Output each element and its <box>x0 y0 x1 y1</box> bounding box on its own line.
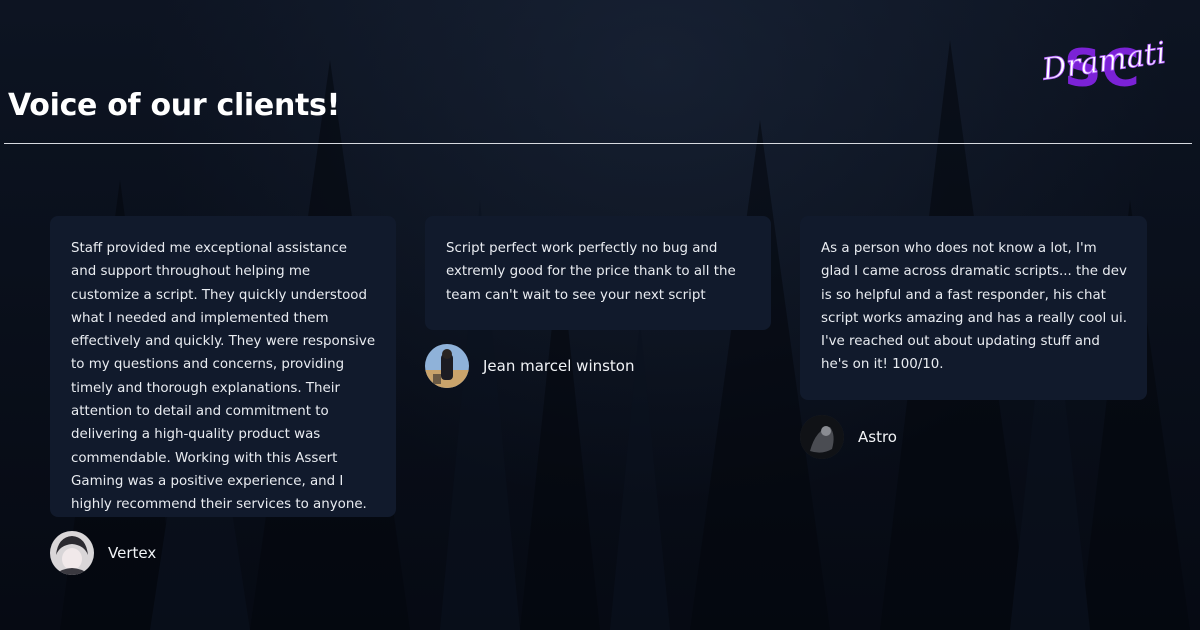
avatar <box>800 415 844 459</box>
title-divider <box>4 143 1192 144</box>
testimonial-text: Script perfect work perfectly no bug and… <box>446 241 736 303</box>
page-title: Voice of our clients! <box>8 88 340 123</box>
author-name: Vertex <box>108 544 157 562</box>
avatar <box>425 344 469 388</box>
testimonial-text: As a person who does not know a lot, I'm… <box>821 241 1127 373</box>
testimonial-author: Astro <box>800 415 897 459</box>
testimonial-author: Vertex <box>50 531 156 575</box>
dramatic-scripts-logo[interactable]: SC Dramatic <box>1038 32 1166 92</box>
author-name: Jean marcel winston <box>483 357 635 375</box>
testimonial-author: Jean marcel winston <box>425 344 635 388</box>
testimonial-card: Staff provided me exceptional assistance… <box>50 216 396 517</box>
testimonial-card: As a person who does not know a lot, I'm… <box>800 216 1147 400</box>
author-name: Astro <box>858 428 897 446</box>
testimonial-text: Staff provided me exceptional assistance… <box>71 241 376 513</box>
testimonial-card: Script perfect work perfectly no bug and… <box>425 216 771 330</box>
avatar <box>50 531 94 575</box>
